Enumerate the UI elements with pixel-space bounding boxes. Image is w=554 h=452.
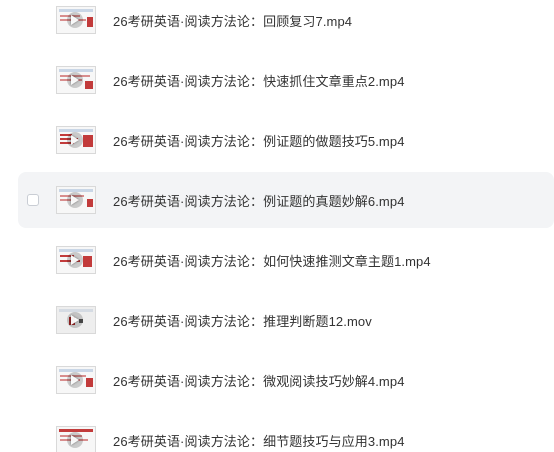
video-thumbnail-icon — [56, 126, 96, 154]
video-thumbnail-icon — [56, 246, 96, 274]
file-row[interactable]: 26考研英语·阅读方法论：细节题技巧与应用3.mp4 — [18, 412, 554, 452]
video-thumbnail-icon — [56, 306, 96, 334]
video-thumbnail-icon — [56, 366, 96, 394]
file-name[interactable]: 26考研英语·阅读方法论：微观阅读技巧妙解4.mp4 — [113, 371, 405, 390]
file-row[interactable]: 26考研英语·阅读方法论：例证题的做题技巧5.mp4 — [18, 112, 554, 168]
video-thumbnail-icon — [56, 6, 96, 34]
file-name[interactable]: 26考研英语·阅读方法论：推理判断题12.mov — [113, 311, 372, 330]
file-list: 26考研英语·阅读方法论：回顾复习7.mp4 26考研英语·阅读方法论：快速抓住… — [0, 0, 554, 452]
file-name[interactable]: 26考研英语·阅读方法论：回顾复习7.mp4 — [113, 11, 352, 30]
file-name[interactable]: 26考研英语·阅读方法论：如何快速推测文章主题1.mp4 — [113, 251, 431, 270]
video-thumbnail-icon — [56, 186, 96, 214]
file-name[interactable]: 26考研英语·阅读方法论：快速抓住文章重点2.mp4 — [113, 71, 405, 90]
file-row[interactable]: 26考研英语·阅读方法论：如何快速推测文章主题1.mp4 — [18, 232, 554, 288]
file-row[interactable]: 26考研英语·阅读方法论：微观阅读技巧妙解4.mp4 — [18, 352, 554, 408]
file-name[interactable]: 26考研英语·阅读方法论：例证题的真题妙解6.mp4 — [113, 191, 405, 210]
file-row[interactable]: 26考研英语·阅读方法论：快速抓住文章重点2.mp4 — [18, 52, 554, 108]
file-row[interactable]: 26考研英语·阅读方法论：推理判断题12.mov — [18, 292, 554, 348]
video-thumbnail-icon — [56, 66, 96, 94]
file-name[interactable]: 26考研英语·阅读方法论：例证题的做题技巧5.mp4 — [113, 131, 405, 150]
file-name[interactable]: 26考研英语·阅读方法论：细节题技巧与应用3.mp4 — [113, 431, 405, 450]
file-row-hovered[interactable]: 26考研英语·阅读方法论：例证题的真题妙解6.mp4 — [18, 172, 554, 228]
video-thumbnail-icon — [56, 426, 96, 452]
file-row[interactable]: 26考研英语·阅读方法论：回顾复习7.mp4 — [18, 0, 554, 48]
select-checkbox[interactable] — [27, 194, 39, 206]
